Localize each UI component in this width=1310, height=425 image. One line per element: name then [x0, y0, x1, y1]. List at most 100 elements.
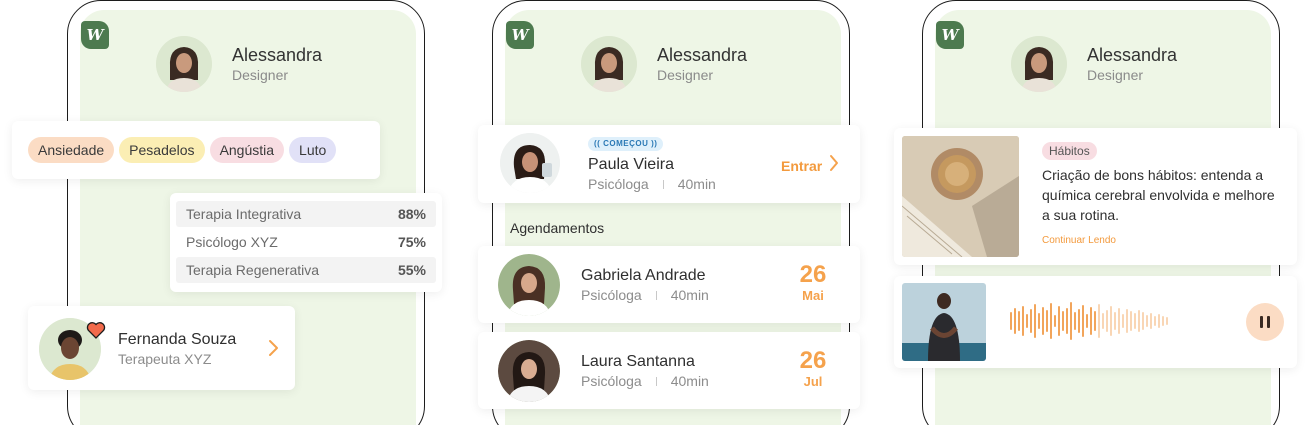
waveform-bar — [1050, 303, 1052, 339]
therapist-name: Fernanda Souza — [118, 331, 237, 348]
status-badge-label: COMEÇOU — [603, 139, 649, 148]
waveform-bar — [1010, 312, 1012, 330]
app-logo[interactable]: W — [936, 21, 964, 49]
session-duration: 40min — [670, 287, 709, 303]
waveform-bar — [1026, 314, 1028, 328]
waveform-bar — [1150, 313, 1152, 329]
article-tag[interactable]: Hábitos — [1042, 142, 1097, 160]
app-logo[interactable]: W — [81, 21, 109, 49]
user-profile[interactable]: Alessandra Designer — [581, 36, 747, 92]
psychologist-role: Psicóloga — [588, 176, 649, 192]
date-month: Mai — [802, 288, 824, 303]
waveform-bar — [1122, 314, 1124, 328]
waveform-bar — [1074, 312, 1076, 330]
waveform-bar — [1098, 304, 1100, 338]
enter-button-label: Entrar — [781, 157, 823, 174]
match-label: Terapia Integrativa — [186, 206, 302, 222]
match-label: Psicólogo XYZ — [186, 234, 278, 250]
chevron-right-icon[interactable] — [268, 339, 280, 362]
tag-chip[interactable]: Angústia — [209, 137, 285, 163]
live-icon: (( — [594, 139, 601, 148]
waveform-bar — [1162, 316, 1164, 326]
user-avatar — [1011, 36, 1067, 92]
waveform-bar — [1110, 306, 1112, 336]
waveform-bar — [1166, 317, 1168, 325]
date-month: Jul — [803, 374, 823, 389]
waveform-bar — [1090, 307, 1092, 335]
waveform-bar — [1106, 310, 1108, 332]
article-title: Criação de bons hábitos: entenda a quími… — [1042, 167, 1275, 223]
match-percent: 88% — [397, 206, 426, 222]
divider — [655, 290, 657, 300]
date-day: 26 — [799, 347, 827, 374]
waveform-bar — [1018, 311, 1020, 331]
waveform-bar — [1118, 308, 1120, 334]
match-row[interactable]: Terapia Integrativa 88% — [176, 201, 436, 227]
waveform-bar — [1094, 311, 1096, 331]
waveform-bar — [1038, 313, 1040, 329]
match-row[interactable]: Terapia Regenerativa 55% — [176, 257, 436, 283]
waveform-bar — [1082, 305, 1084, 337]
app-logo[interactable]: W — [506, 21, 534, 49]
waveform-bar — [1114, 312, 1116, 330]
match-list-card: Terapia Integrativa 88% Psicólogo XYZ 75… — [170, 193, 442, 292]
waveform-bar — [1034, 304, 1036, 338]
psychologist-name: Paula Vieira — [588, 156, 674, 173]
match-percent: 75% — [397, 234, 426, 250]
tag-chip[interactable]: Pesadelos — [119, 137, 205, 163]
psychologist-name: Gabriela Andrade — [581, 267, 706, 284]
waveform-bar — [1046, 310, 1048, 332]
audio-player-card — [894, 276, 1297, 368]
live-icon: )) — [651, 139, 658, 148]
user-name: Alessandra — [657, 45, 748, 65]
article-card[interactable]: Hábitos Criação de bons hábitos: entenda… — [894, 128, 1297, 265]
user-avatar — [156, 36, 212, 92]
live-session-card[interactable]: (( COMEÇOU )) Paula Vieira Psicóloga 40mi… — [478, 125, 860, 203]
user-profile[interactable]: Alessandra Designer — [1011, 36, 1177, 92]
appointment-card[interactable]: Laura Santanna Psicóloga 40min 26 Jul — [478, 332, 860, 409]
waveform-bar — [1138, 310, 1140, 332]
divider — [655, 376, 657, 386]
waveform-bar — [1154, 316, 1156, 326]
tag-chip[interactable]: Ansiedade — [28, 137, 115, 163]
session-duration: 40min — [677, 176, 716, 192]
waveform-bar — [1070, 302, 1072, 340]
section-title: Agendamentos — [510, 220, 605, 236]
appointment-card[interactable]: Gabriela Andrade Psicóloga 40min 26 Mai — [478, 246, 860, 323]
match-label: Terapia Regenerativa — [186, 262, 320, 278]
audio-cover-image — [902, 283, 986, 361]
pause-button[interactable] — [1246, 303, 1284, 341]
user-profile[interactable]: Alessandra Designer — [156, 36, 322, 92]
audio-waveform[interactable] — [1010, 302, 1220, 340]
waveform-bar — [1158, 314, 1160, 328]
waveform-bar — [1134, 313, 1136, 329]
waveform-bar — [1066, 308, 1068, 334]
continue-reading-link[interactable]: Continuar Lendo — [1042, 235, 1116, 246]
user-role: Designer — [232, 67, 289, 83]
enter-button[interactable]: Entrar — [781, 154, 839, 177]
heart-icon — [86, 320, 106, 340]
waveform-bar — [1126, 309, 1128, 333]
psychologist-avatar — [500, 133, 560, 193]
appointment-date: 26 Mai — [792, 262, 834, 304]
therapist-role: Terapeuta XYZ — [118, 351, 212, 367]
waveform-bar — [1042, 307, 1044, 335]
waveform-bar — [1062, 311, 1064, 331]
psychologist-avatar — [498, 340, 560, 402]
pause-icon — [1260, 316, 1270, 328]
waveform-bar — [1054, 315, 1056, 327]
user-role: Designer — [1087, 67, 1144, 83]
therapist-card[interactable]: Fernanda Souza Terapeuta XYZ — [28, 306, 295, 390]
status-badge: (( COMEÇOU )) — [588, 137, 664, 151]
date-day: 26 — [799, 261, 827, 288]
waveform-bar — [1058, 306, 1060, 336]
waveform-bar — [1078, 309, 1080, 333]
tag-chip[interactable]: Luto — [289, 137, 337, 163]
user-role: Designer — [657, 67, 714, 83]
waveform-bar — [1146, 315, 1148, 327]
tags-card: Ansiedade Pesadelos Angústia Luto — [12, 121, 380, 179]
waveform-bar — [1022, 306, 1024, 336]
psychologist-name: Laura Santanna — [581, 353, 695, 370]
match-row[interactable]: Psicólogo XYZ 75% — [176, 229, 436, 255]
waveform-bar — [1130, 311, 1132, 331]
